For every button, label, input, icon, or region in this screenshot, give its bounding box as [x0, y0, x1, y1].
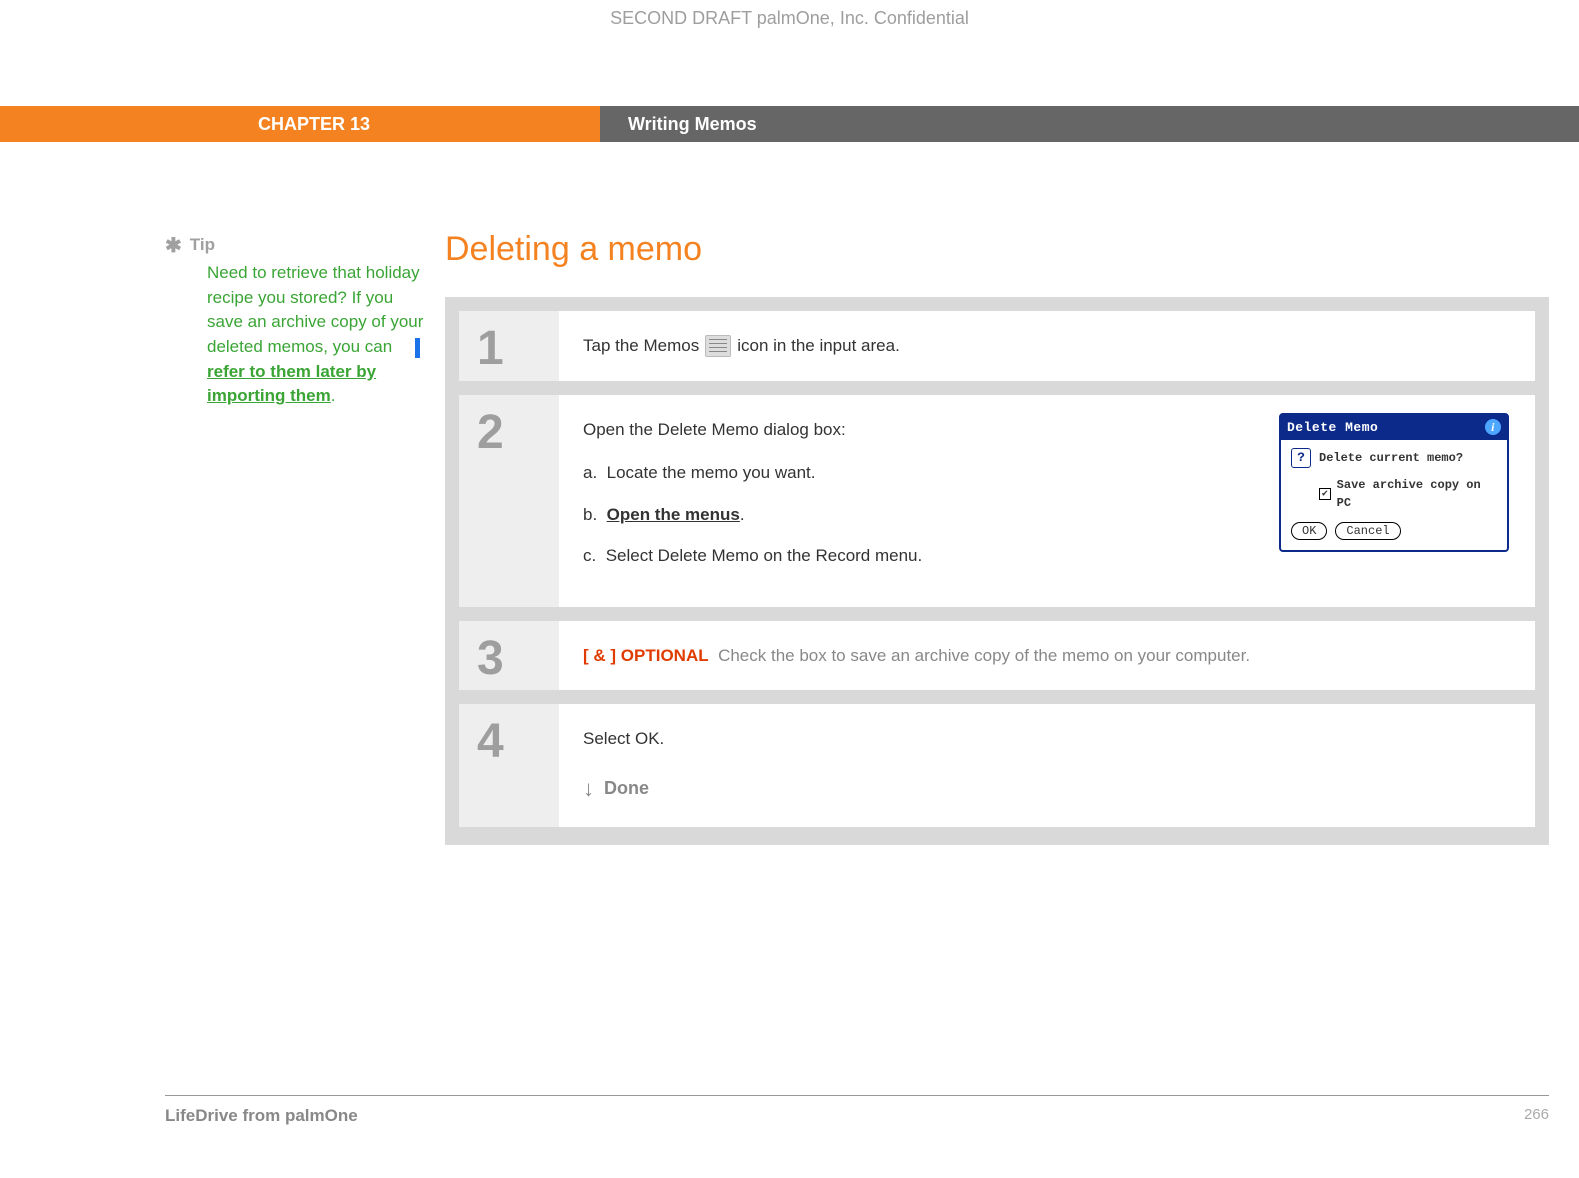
- asterisk-icon: ✱: [165, 235, 182, 257]
- chapter-title: Writing Memos: [600, 106, 1579, 142]
- step2-intro: Open the Delete Memo dialog box:: [583, 417, 1255, 443]
- step-body: Open the Delete Memo dialog box: a. Loca…: [559, 395, 1535, 607]
- done-row: ↓ Done: [583, 772, 1511, 805]
- substep-b: b. Open the menus.: [583, 502, 1255, 528]
- cancel-button[interactable]: Cancel: [1335, 522, 1400, 540]
- page-number: 266: [1524, 1106, 1549, 1126]
- dialog-question: Delete current memo?: [1319, 449, 1463, 467]
- substep-c: c. Select Delete Memo on the Record menu…: [583, 543, 1255, 569]
- step-number: 2: [459, 395, 559, 607]
- question-icon: ?: [1291, 448, 1311, 468]
- tip-sidebar: ✱ Tip Need to retrieve that holiday recip…: [165, 230, 445, 845]
- tip-text-after: .: [331, 386, 336, 405]
- tip-text-before: Need to retrieve that holiday recipe you…: [207, 263, 423, 356]
- step1-text-after: icon in the input area.: [737, 333, 900, 359]
- down-arrow-icon: ↓: [583, 772, 594, 805]
- dialog-buttons: OK Cancel: [1291, 522, 1497, 540]
- step-number: 3: [459, 621, 559, 691]
- tip-label: Tip: [190, 235, 215, 254]
- step1-text-before: Tap the Memos: [583, 333, 699, 359]
- tip-body: Need to retrieve that holiday recipe you…: [165, 261, 425, 409]
- step-body: Tap the Memos icon in the input area.: [559, 311, 1535, 381]
- info-icon[interactable]: i: [1485, 419, 1501, 435]
- delete-memo-dialog: Delete Memo i ? Delete current memo? ✔ S…: [1279, 413, 1509, 553]
- dialog-title-text: Delete Memo: [1287, 418, 1378, 438]
- step3-text: Check the box to save an archive copy of…: [718, 646, 1250, 665]
- draft-watermark: SECOND DRAFT palmOne, Inc. Confidential: [0, 8, 1579, 29]
- step-3: 3 [ & ] OPTIONAL Check the box to save a…: [459, 621, 1535, 691]
- main-column: Deleting a memo 1 Tap the Memos icon in …: [445, 230, 1549, 845]
- optional-tag: [ & ] OPTIONAL: [583, 646, 709, 665]
- memos-icon: [705, 335, 731, 357]
- tip-link[interactable]: refer to them later by importing them: [207, 362, 376, 406]
- archive-checkbox[interactable]: ✔: [1319, 488, 1331, 500]
- step-number: 1: [459, 311, 559, 381]
- dialog-question-row: ? Delete current memo?: [1291, 448, 1497, 468]
- step-body: Select OK. ↓ Done: [559, 704, 1535, 827]
- substep-a: a. Locate the memo you want.: [583, 460, 1255, 486]
- steps-container: 1 Tap the Memos icon in the input area. …: [445, 297, 1549, 845]
- content-area: ✱ Tip Need to retrieve that holiday recip…: [165, 230, 1549, 845]
- open-menus-link[interactable]: Open the menus: [607, 505, 740, 524]
- chapter-label: CHAPTER 13: [0, 106, 600, 142]
- step-4: 4 Select OK. ↓ Done: [459, 704, 1535, 827]
- product-name: LifeDrive from palmOne: [165, 1106, 358, 1126]
- tip-heading: ✱ Tip: [165, 230, 425, 259]
- revision-mark-icon: [415, 338, 420, 358]
- step-body: [ & ] OPTIONAL Check the box to save an …: [559, 621, 1535, 691]
- step-2: 2 Open the Delete Memo dialog box: a. Lo…: [459, 395, 1535, 607]
- chapter-header: CHAPTER 13 Writing Memos: [0, 106, 1579, 142]
- step-1: 1 Tap the Memos icon in the input area.: [459, 311, 1535, 381]
- done-label: Done: [604, 775, 649, 802]
- step4-text: Select OK.: [583, 726, 1511, 752]
- page-footer: LifeDrive from palmOne 266: [165, 1095, 1549, 1126]
- step-number: 4: [459, 704, 559, 827]
- dialog-checkbox-row: ✔ Save archive copy on PC: [1319, 476, 1497, 512]
- dialog-titlebar: Delete Memo i: [1281, 415, 1507, 441]
- ok-button[interactable]: OK: [1291, 522, 1327, 540]
- substeps: a. Locate the memo you want. b. Open the…: [583, 460, 1255, 569]
- page-title: Deleting a memo: [445, 230, 1549, 269]
- archive-checkbox-label: Save archive copy on PC: [1337, 476, 1497, 512]
- dialog-body: ? Delete current memo? ✔ Save archive co…: [1281, 440, 1507, 550]
